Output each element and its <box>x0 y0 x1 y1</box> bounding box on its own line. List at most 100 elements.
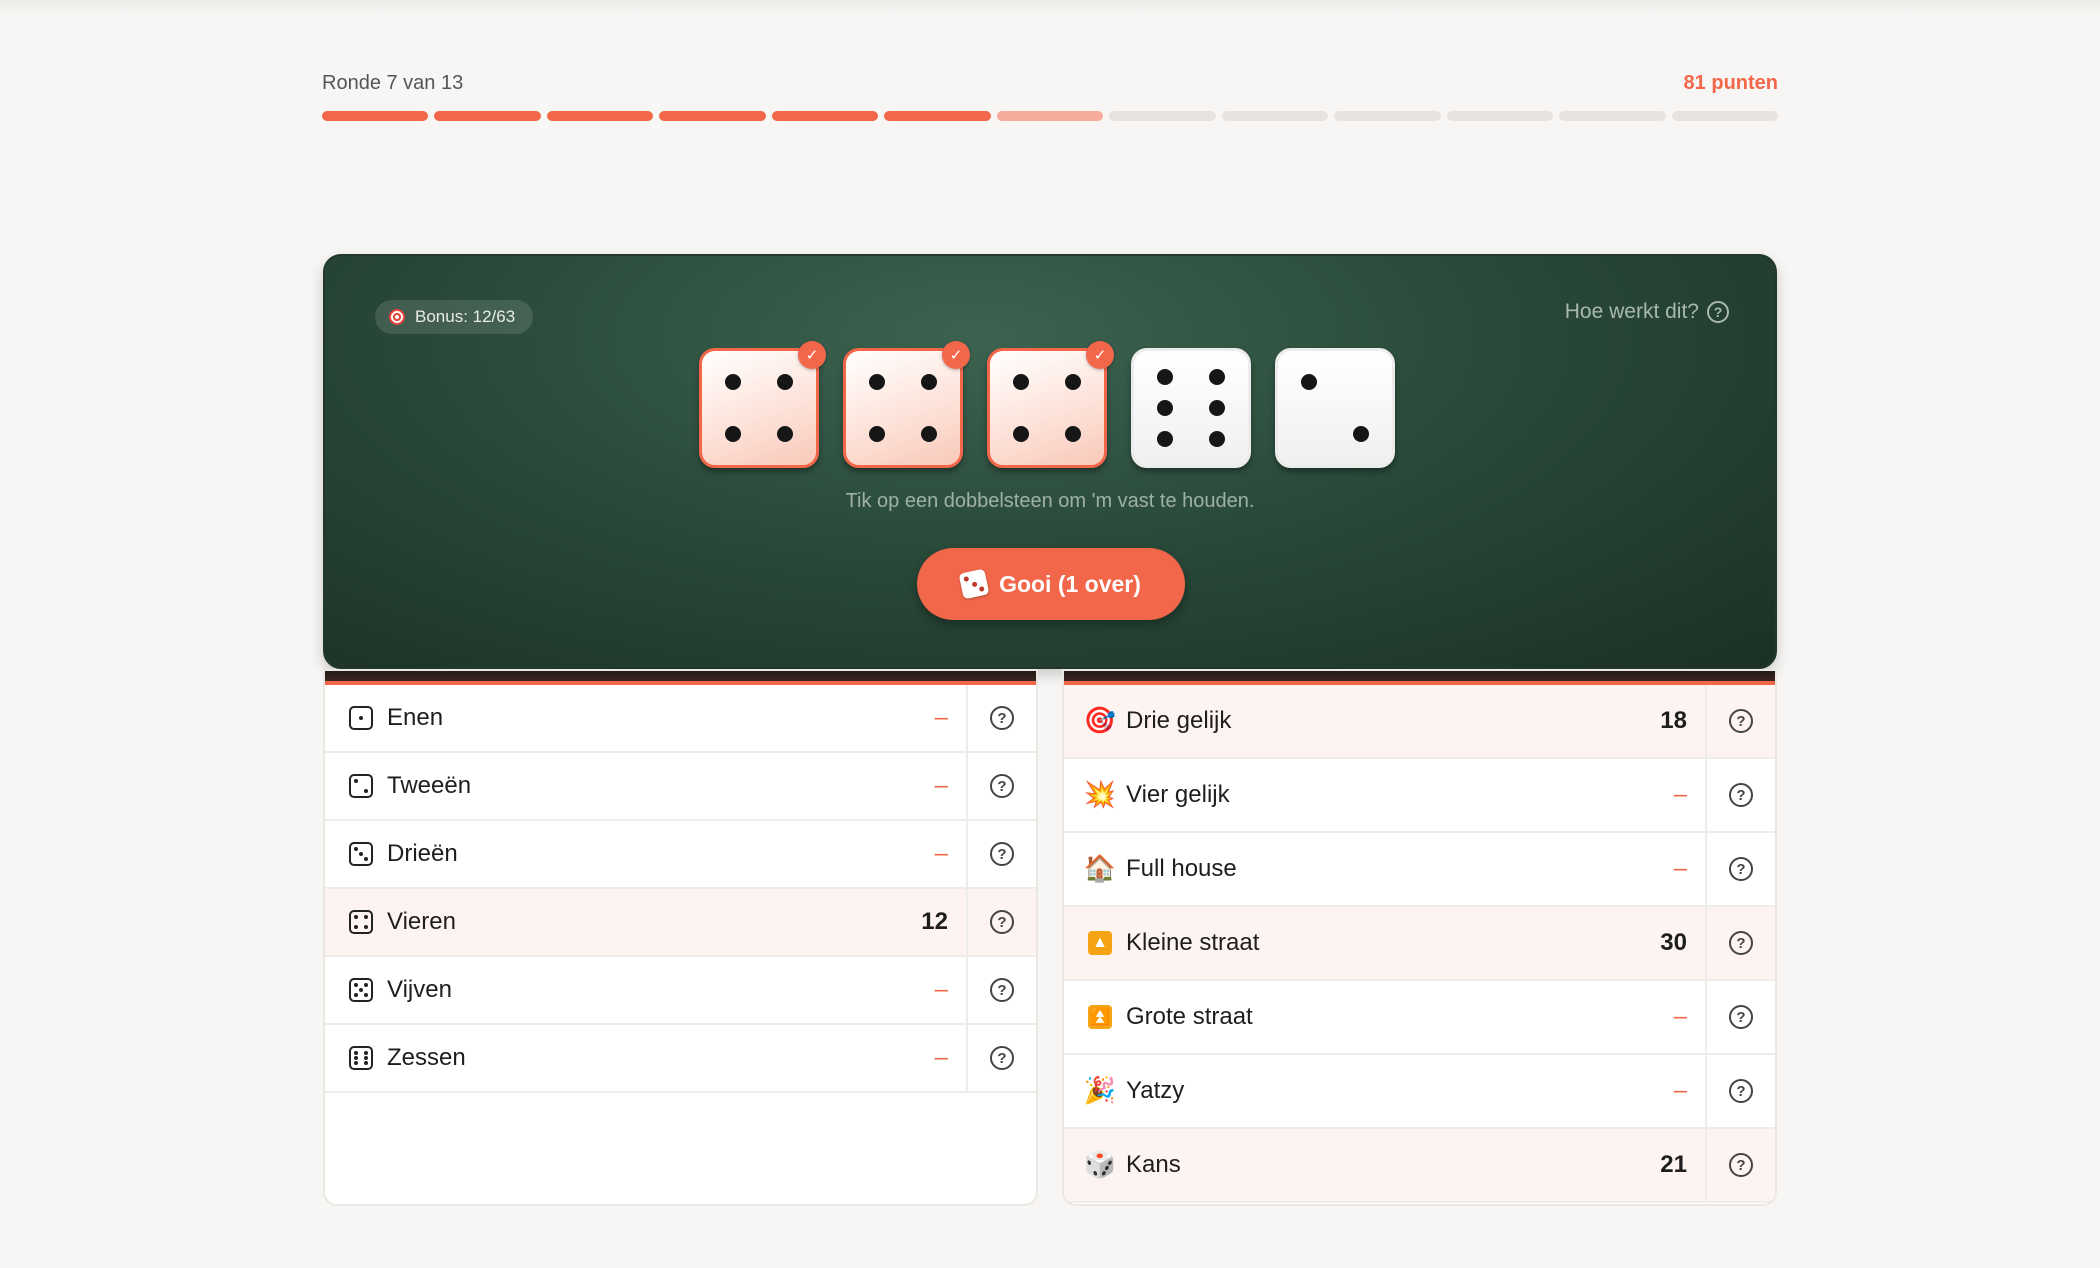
die-3[interactable]: ✓ <box>987 341 1114 468</box>
score-row-drieën[interactable]: Drieën –? <box>325 821 1036 889</box>
row-help-button[interactable]: ? <box>1705 981 1775 1053</box>
row-help-button[interactable]: ? <box>1705 907 1775 979</box>
held-check-icon: ✓ <box>942 341 970 369</box>
how-it-works-link[interactable]: Hoe werkt dit? ? <box>1565 300 1729 324</box>
score-row-label: Enen <box>387 704 444 731</box>
row-help-button[interactable]: ? <box>966 957 1036 1023</box>
bonus-badge: Bonus: 12/63 <box>375 300 534 334</box>
question-icon: ? <box>990 978 1014 1002</box>
hold-hint: Tik op een dobbelsteen om 'm vast te hou… <box>845 490 1255 512</box>
score-value: – <box>1673 1077 1687 1104</box>
held-check-icon: ✓ <box>798 341 826 369</box>
die-one-icon <box>349 706 373 730</box>
score-value: – <box>934 772 948 799</box>
question-icon: ? <box>1729 709 1753 733</box>
die-pip <box>1209 400 1226 416</box>
row-help-button[interactable]: ? <box>966 821 1036 887</box>
row-help-button[interactable]: ? <box>966 685 1036 751</box>
score-value: – <box>934 840 948 867</box>
score-value: – <box>934 976 948 1003</box>
question-icon: ? <box>990 910 1014 934</box>
progress-segment-4 <box>659 111 766 121</box>
die-pip <box>921 426 938 443</box>
question-icon: ? <box>1729 1005 1753 1029</box>
lower-score-section: 🎯 Drie gelijk 18? 💥 Vier gelijk –? 🏠 Full house… <box>1062 669 1777 1206</box>
score-row-label: Kleine straat <box>1126 929 1260 956</box>
score-row-label: Vier gelijk <box>1126 781 1230 808</box>
row-help-button[interactable]: ? <box>966 1025 1036 1091</box>
score-value: 21 <box>1660 1151 1687 1178</box>
die-1[interactable]: ✓ <box>699 341 826 468</box>
question-icon: ? <box>1729 1153 1753 1177</box>
die-pip <box>1156 400 1173 416</box>
question-icon: ? <box>990 706 1014 730</box>
roll-button[interactable]: Gooi (1 over) <box>917 548 1185 620</box>
die-pip <box>1209 369 1226 386</box>
row-help-button[interactable]: ? <box>1705 1055 1775 1127</box>
die-pip <box>777 426 794 443</box>
die-5[interactable] <box>1275 348 1395 468</box>
die-four-icon <box>349 910 373 934</box>
score-row-vier-gelijk[interactable]: 💥 Vier gelijk –? <box>1064 759 1775 833</box>
score-row-yatzy[interactable]: 🎉 Yatzy –? <box>1064 1055 1775 1129</box>
score-row-vijven[interactable]: Vijven –? <box>325 957 1036 1025</box>
die-pip <box>1353 426 1370 443</box>
score-row-grote-straat[interactable]: ⏫ Grote straat –? <box>1064 981 1775 1055</box>
dice-table: Bonus: 12/63 Hoe werkt dit? ? ✓ ✓ ✓ Tik op… <box>323 254 1777 669</box>
row-help-button[interactable]: ? <box>1705 1129 1775 1201</box>
progress-segment-9 <box>1221 111 1329 121</box>
score-row-label: Zessen <box>387 1044 466 1071</box>
score-row-kleine-straat[interactable]: ▲ Kleine straat 30? <box>1064 907 1775 981</box>
dice-icon <box>958 568 990 600</box>
score-value: – <box>1673 781 1687 808</box>
die-pip <box>868 426 885 443</box>
score-value: – <box>934 704 948 731</box>
score-row-drie-gelijk[interactable]: 🎯 Drie gelijk 18? <box>1064 685 1775 759</box>
score-value: 30 <box>1660 929 1687 956</box>
dice-icon: 🎲 <box>1083 1150 1117 1180</box>
up-triangle-icon: ▲ <box>1088 931 1112 955</box>
score-row-full-house[interactable]: 🏠 Full house –? <box>1064 833 1775 907</box>
score-row-label: Yatzy <box>1126 1077 1185 1104</box>
question-icon: ? <box>1729 1079 1753 1103</box>
progress-segment-2 <box>434 111 541 121</box>
score-value: 12 <box>921 908 948 935</box>
round-label: Ronde 7 van 13 <box>322 72 464 94</box>
die-pip <box>1012 373 1029 390</box>
row-help-button[interactable]: ? <box>966 753 1036 819</box>
score-value: – <box>1673 855 1687 882</box>
row-help-button[interactable]: ? <box>1705 685 1775 757</box>
die-pip <box>868 373 885 390</box>
progress-segment-12 <box>1559 111 1666 121</box>
points-total: 81 punten <box>1683 72 1778 94</box>
row-help-button[interactable]: ? <box>966 889 1036 955</box>
score-value: – <box>1673 1003 1687 1030</box>
die-three-icon <box>349 842 373 866</box>
die-pip <box>1156 369 1173 386</box>
score-row-label: Grote straat <box>1126 1003 1253 1030</box>
die-five-icon <box>349 978 373 1002</box>
die-4[interactable] <box>1131 348 1251 468</box>
question-icon: ? <box>990 774 1014 798</box>
party-popper-icon: 🎉 <box>1083 1076 1117 1106</box>
question-icon: ? <box>1729 783 1753 807</box>
progress-segment-8 <box>1109 111 1216 121</box>
score-row-kans[interactable]: 🎲 Kans 21? <box>1064 1129 1775 1203</box>
house-icon: 🏠 <box>1083 854 1117 884</box>
score-row-tweeën[interactable]: Tweeën –? <box>325 753 1036 821</box>
score-row-label: Vieren <box>387 908 456 935</box>
row-help-button[interactable]: ? <box>1705 833 1775 905</box>
upper-score-section: Enen –? Tweeën –? Drieën –? Vieren 12? Vijven –? Z… <box>323 669 1038 1206</box>
how-it-works-label: Hoe werkt dit? <box>1564 300 1699 323</box>
score-row-enen[interactable]: Enen –? <box>325 685 1036 753</box>
roll-button-label: Gooi (1 over) <box>999 570 1141 597</box>
progress-segment-7 <box>996 111 1104 121</box>
score-row-vieren[interactable]: Vieren 12? <box>325 889 1036 957</box>
question-icon: ? <box>990 842 1014 866</box>
die-2[interactable]: ✓ <box>843 341 970 468</box>
row-help-button[interactable]: ? <box>1705 759 1775 831</box>
score-row-zessen[interactable]: Zessen –? <box>325 1025 1036 1093</box>
score-row-label: Full house <box>1126 855 1237 882</box>
question-icon: ? <box>990 1046 1014 1070</box>
die-two-icon <box>349 774 373 798</box>
